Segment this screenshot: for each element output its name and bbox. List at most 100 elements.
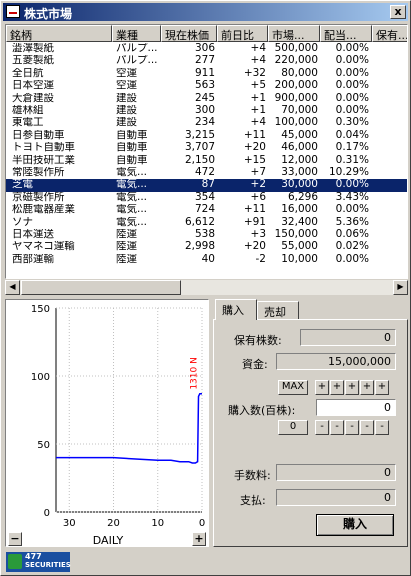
close-button[interactable]: x — [390, 5, 406, 19]
table-cell: -2 — [255, 253, 266, 265]
table-cell: 京磁製作所 — [12, 191, 65, 203]
table-row[interactable]: 東電工 建設 234 +4 100,000 0.30% — [6, 117, 407, 129]
table-row[interactable]: 大倉建設 建設 245 +1 900,000 0.00% — [6, 93, 407, 105]
table-row[interactable]: 京磁製作所 電気... 354 +6 6,296 3.43% — [6, 192, 407, 204]
table-row[interactable]: 五菱製紙 パルプ... 277 +4 220,000 0.00% — [6, 55, 407, 67]
table-cell: パルプ... — [116, 55, 158, 67]
fee-label: 手数料: — [234, 469, 271, 482]
table-cell: 10.29% — [328, 167, 369, 178]
plus-button-2[interactable]: + — [330, 380, 344, 395]
table-cell: 雄林組 — [12, 105, 44, 116]
minus-button-4[interactable]: - — [360, 420, 374, 435]
horizontal-scrollbar[interactable]: ◀ ▶ — [5, 280, 408, 295]
tab-buy[interactable]: 購入 — [215, 299, 257, 320]
table-row[interactable]: トヨト自動車 自動車 3,707 +20 46,000 0.17% — [6, 142, 407, 154]
table-cell: +20 — [243, 241, 266, 253]
table-row[interactable]: ソナ 電気... 6,612 +91 32,400 5.36% — [6, 217, 407, 229]
table-cell: パルプ... — [116, 43, 158, 54]
table-cell: 0.02% — [335, 241, 369, 253]
buy-button[interactable]: 購入 — [316, 514, 394, 536]
table-cell: +15 — [243, 154, 266, 166]
table-cell: +32 — [243, 67, 266, 79]
stock-table: 銘柄 業種 現在株価 前日比 市場... 配当... 保有... 澁澤製紙 パルプ… — [5, 24, 408, 279]
table-cell: 200,000 — [274, 80, 318, 92]
table-cell: 陸運 — [116, 253, 137, 265]
table-cell: 33,000 — [281, 167, 318, 178]
table-cell: 自動車 — [116, 142, 148, 154]
table-cell: 40 — [201, 253, 215, 265]
table-row[interactable]: 日本運送 陸運 538 +3 150,000 0.06% — [6, 229, 407, 241]
column-header-dividend[interactable]: 配当... — [320, 25, 372, 42]
table-cell: 自動車 — [116, 129, 148, 141]
table-cell: +20 — [243, 142, 266, 154]
table-cell: +5 — [250, 80, 266, 92]
table-row[interactable]: 澁澤製紙 パルプ... 306 +4 500,000 0.00% — [6, 43, 407, 55]
table-cell: 32,400 — [281, 216, 318, 228]
scroll-thumb[interactable] — [21, 280, 181, 295]
table-cell: 電気... — [116, 179, 148, 191]
column-header-market[interactable]: 市場... — [268, 25, 320, 42]
zoom-in-button[interactable]: + — [192, 532, 206, 546]
minus-button-2[interactable]: - — [330, 420, 344, 435]
x-tick-label: 0 — [199, 518, 205, 529]
table-cell: +91 — [243, 216, 266, 228]
minus-button-1[interactable]: - — [315, 420, 329, 435]
table-row[interactable]: 半田技研工業 自動車 2,150 +15 12,000 0.31% — [6, 155, 407, 167]
table-cell: 538 — [194, 229, 215, 240]
table-row[interactable]: 雄林組 建設 300 +1 70,000 0.00% — [6, 105, 407, 117]
quantity-label: 購入数(百株): — [228, 404, 296, 417]
table-cell: 西部運輸 — [12, 253, 54, 265]
tab-sell[interactable]: 売却 — [257, 301, 299, 320]
table-row[interactable]: 日参自動車 自動車 3,215 +11 45,000 0.04% — [6, 130, 407, 142]
table-cell: 245 — [194, 92, 215, 104]
table-cell: 常陸製作所 — [12, 167, 65, 178]
logo-line1: 477 — [25, 552, 42, 561]
table-cell: ヤマネコ運輸 — [12, 241, 75, 253]
column-header-price[interactable]: 現在株価 — [161, 25, 217, 42]
table-cell: 自動車 — [116, 154, 148, 166]
securities-logo: 477 SECURITIES — [6, 552, 71, 572]
table-cell: 0.00% — [335, 92, 369, 104]
table-cell: +3 — [250, 229, 266, 240]
table-cell: 0.00% — [335, 105, 369, 116]
column-header-change[interactable]: 前日比 — [217, 25, 268, 42]
plus-button-4[interactable]: + — [360, 380, 374, 395]
table-cell: 10,000 — [281, 253, 318, 265]
minus-button-3[interactable]: - — [345, 420, 359, 435]
max-button[interactable]: MAX — [278, 380, 308, 395]
table-cell: 30,000 — [281, 179, 318, 191]
plus-button-3[interactable]: + — [345, 380, 359, 395]
table-cell: ソナ — [12, 216, 33, 228]
minus-button-5[interactable]: - — [375, 420, 389, 435]
quantity-input[interactable]: 0 — [316, 399, 396, 416]
table-row[interactable]: 全日航 空運 911 +32 80,000 0.00% — [6, 68, 407, 80]
y-tick-label: 50 — [37, 440, 50, 451]
table-row[interactable]: 常陸製作所 電気... 472 +7 33,000 10.29% — [6, 167, 407, 179]
plus-button-5[interactable]: + — [375, 380, 389, 395]
zero-button[interactable]: 0 — [278, 420, 308, 435]
scroll-right-button[interactable]: ▶ — [393, 280, 408, 295]
table-cell: 220,000 — [274, 55, 318, 67]
x-tick-label: 20 — [107, 518, 120, 529]
table-row[interactable]: 日本空運 空運 563 +5 200,000 0.00% — [6, 80, 407, 92]
table-row[interactable]: 芝電 電気... 87 +2 30,000 0.00% — [6, 179, 407, 192]
table-cell: 0.17% — [335, 142, 369, 154]
table-cell: 電気... — [116, 216, 148, 228]
column-header-sector[interactable]: 業種 — [112, 25, 161, 42]
table-row[interactable]: ヤマネコ運輸 陸運 2,998 +20 55,000 0.02% — [6, 241, 407, 253]
chart-canvas: 15010050030 20 10 01310 N — [31, 304, 205, 529]
table-cell: 0.06% — [335, 229, 369, 240]
plus-button-1[interactable]: + — [315, 380, 329, 395]
table-cell: 354 — [194, 191, 215, 203]
table-row[interactable]: 松鹿電器産業 電気... 724 +11 16,000 0.00% — [6, 204, 407, 216]
table-cell: +11 — [243, 129, 266, 141]
scroll-left-button[interactable]: ◀ — [5, 280, 20, 295]
table-row[interactable]: 西部運輸 陸運 40 -2 10,000 0.00% — [6, 254, 407, 266]
table-cell: 12,000 — [281, 154, 318, 166]
column-header-holding[interactable]: 保有... — [372, 25, 407, 42]
table-cell: 563 — [194, 80, 215, 92]
column-header-name[interactable]: 銘柄 — [6, 25, 112, 42]
table-cell: 電気... — [116, 167, 148, 178]
title-bar[interactable]: 株式市場 x — [3, 3, 408, 21]
table-cell: 0.30% — [335, 117, 369, 129]
